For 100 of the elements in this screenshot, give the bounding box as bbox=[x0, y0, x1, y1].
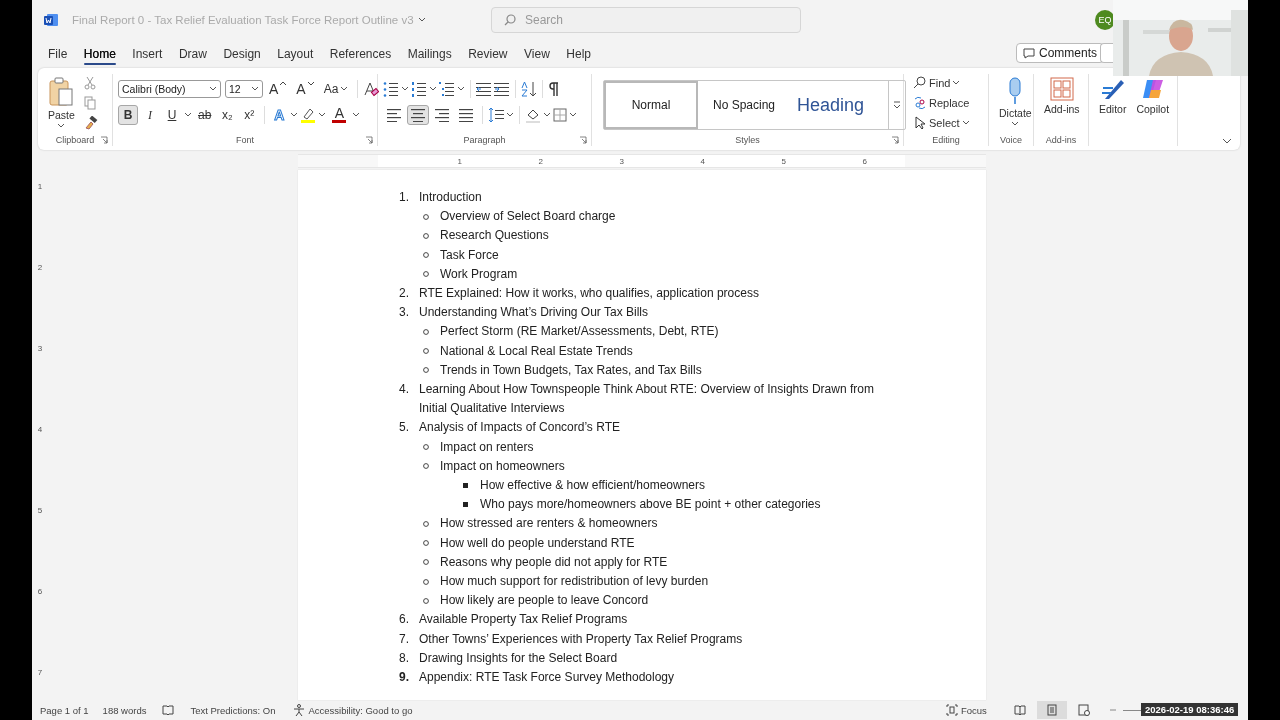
group-label: Styles bbox=[735, 135, 760, 145]
book-check-icon[interactable] bbox=[162, 704, 175, 716]
menu-tab[interactable]: File bbox=[40, 43, 76, 65]
outline-item: Impact on renters bbox=[440, 438, 535, 456]
multilevel-list-icon[interactable] bbox=[439, 81, 455, 97]
menu-tab[interactable]: References bbox=[321, 43, 400, 65]
menu-tab[interactable]: Draw bbox=[170, 43, 215, 65]
web-page-icon bbox=[1077, 704, 1090, 716]
decrease-indent-icon[interactable] bbox=[476, 81, 492, 97]
bold-button[interactable]: B bbox=[118, 105, 138, 125]
outline-item: How well do people understand RTE bbox=[440, 534, 636, 552]
font-color-button[interactable]: A bbox=[328, 105, 351, 125]
chevron-down-icon bbox=[417, 17, 426, 23]
highlighter-icon[interactable] bbox=[300, 106, 317, 124]
ruler-number: 5 bbox=[781, 156, 786, 166]
print-view-button[interactable] bbox=[1036, 701, 1067, 719]
ruler-number: 4 bbox=[37, 425, 43, 434]
style-option[interactable]: No Spacing bbox=[698, 81, 790, 129]
menu-tab[interactable]: Home bbox=[75, 43, 124, 65]
ruler-number: 6 bbox=[37, 587, 43, 596]
chevron-down-icon bbox=[401, 86, 409, 92]
pilcrow-icon[interactable] bbox=[548, 81, 560, 97]
list-number: 4. bbox=[399, 381, 410, 399]
circle-bullet-icon bbox=[423, 578, 429, 585]
replace-button[interactable]: Replace bbox=[909, 94, 974, 112]
menu-tab[interactable]: Help bbox=[558, 43, 599, 65]
list-number: 2. bbox=[399, 285, 410, 302]
dictate-button[interactable]: Dictate bbox=[994, 74, 1037, 134]
strike-button[interactable]: ab bbox=[194, 105, 216, 125]
menu-tab[interactable]: Review bbox=[460, 43, 516, 65]
ruler-number: 3 bbox=[37, 344, 43, 353]
menu-tab[interactable]: Layout bbox=[269, 43, 322, 65]
caret-down-icon bbox=[307, 81, 314, 86]
grow-font-button[interactable]: A bbox=[265, 80, 291, 98]
group-label: Add-ins bbox=[1045, 135, 1077, 145]
add-ins-button[interactable]: Add-ins bbox=[1039, 74, 1085, 134]
user-avatar[interactable]: EQ bbox=[1095, 10, 1115, 30]
menu-tab[interactable]: Design bbox=[215, 43, 269, 65]
list-number: 7. bbox=[399, 630, 410, 648]
ruler-number: 2 bbox=[37, 263, 43, 272]
search-field[interactable]: Search bbox=[491, 7, 801, 33]
font-name-dropdown[interactable]: Calibri (Body) bbox=[118, 80, 221, 98]
outline-item: Who pays more/homeowners above BE point + other categories bbox=[480, 496, 822, 514]
paste-button[interactable]: Paste bbox=[43, 74, 80, 134]
accessibility-status[interactable]: Accessibility: Good to go bbox=[308, 704, 413, 716]
chevron-down-icon bbox=[318, 112, 327, 118]
outline-item: Analysis of Impacts of Concord’s RTE bbox=[419, 419, 621, 437]
circle-bullet-icon bbox=[423, 328, 429, 335]
style-option[interactable]: Normal bbox=[604, 81, 698, 129]
sub-button[interactable]: x₂ bbox=[217, 105, 238, 125]
ruler-number: 5 bbox=[37, 506, 43, 515]
focus-button[interactable]: Focus bbox=[946, 701, 987, 719]
page-icon bbox=[1045, 704, 1058, 716]
document-title: Final Report 0 - Tax Relief Evaluation Task Force Report Outline v3 bbox=[72, 14, 414, 26]
font-size-dropdown[interactable]: 12 bbox=[225, 80, 263, 98]
menu-tab[interactable]: Mailings bbox=[399, 43, 460, 65]
italic-button[interactable]: I bbox=[140, 105, 160, 125]
align-center-button[interactable] bbox=[407, 105, 429, 125]
change-case-button[interactable]: Aa bbox=[319, 81, 353, 97]
sup-button[interactable]: x² bbox=[239, 105, 260, 125]
bullet-list-icon[interactable] bbox=[383, 81, 399, 97]
ruler-number: 1 bbox=[457, 156, 462, 166]
timestamp: 2026-02-19 08:36:46 bbox=[1141, 703, 1239, 716]
group-label: Paragraph bbox=[463, 135, 506, 145]
menu-tab[interactable]: Insert bbox=[124, 43, 171, 65]
dialog-launcher-icon[interactable] bbox=[365, 136, 373, 144]
search-icon bbox=[504, 14, 516, 26]
underline-button[interactable]: U bbox=[162, 105, 182, 125]
dialog-launcher-icon[interactable] bbox=[579, 136, 587, 144]
sort-icon[interactable] bbox=[521, 81, 537, 97]
dialog-launcher-icon[interactable] bbox=[891, 136, 899, 144]
more-styles-icon[interactable] bbox=[893, 101, 901, 109]
shrink-font-button[interactable]: A bbox=[292, 80, 318, 98]
find-button[interactable]: Find bbox=[909, 74, 974, 92]
list-number: 3. bbox=[399, 304, 410, 322]
accessibility-icon[interactable] bbox=[293, 703, 307, 717]
word-logo-icon bbox=[44, 13, 58, 27]
outline-item: Impact on homeowners bbox=[440, 457, 566, 475]
grid-icon bbox=[1049, 77, 1074, 101]
outline-item: Trends in Town Budgets, Tax Rates, and Tax Bills bbox=[440, 361, 703, 379]
page-count: Page 1 of 1 bbox=[40, 704, 89, 716]
chevron-down-icon bbox=[961, 120, 970, 126]
ruler-number: 7 bbox=[37, 668, 43, 677]
menu-tab[interactable]: View bbox=[516, 43, 558, 65]
outline-item: Task Force bbox=[440, 246, 500, 264]
dialog-launcher-icon[interactable] bbox=[100, 136, 108, 144]
numbered-list-icon[interactable] bbox=[411, 81, 427, 97]
clear-formatting-icon[interactable] bbox=[363, 81, 380, 97]
select-button[interactable]: Select bbox=[909, 114, 974, 132]
collapse-ribbon-icon[interactable] bbox=[1222, 138, 1232, 144]
square-bullet-icon bbox=[463, 483, 468, 489]
editor-button[interactable]: Editor bbox=[1094, 74, 1132, 134]
style-option[interactable]: Heading bbox=[790, 81, 888, 129]
line-spacing-icon[interactable] bbox=[488, 107, 504, 123]
list-number: 1. bbox=[399, 189, 410, 206]
shading-icon[interactable] bbox=[525, 107, 541, 123]
circle-bullet-icon bbox=[423, 597, 429, 604]
text-predictions-status[interactable]: Text Predictions: On bbox=[190, 704, 276, 716]
increase-indent-icon[interactable] bbox=[494, 81, 510, 97]
format-painter-icon[interactable] bbox=[83, 116, 98, 130]
